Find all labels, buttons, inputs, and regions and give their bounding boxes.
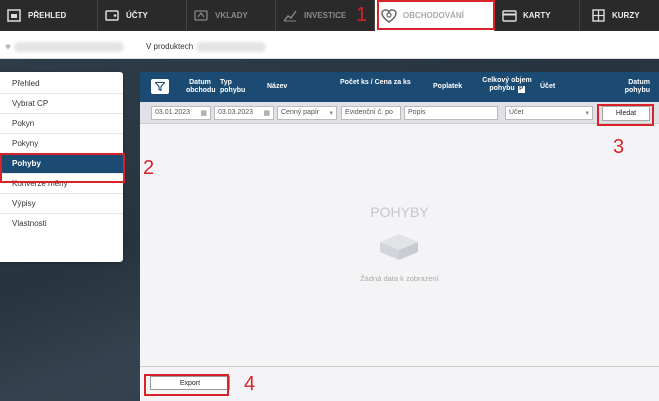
- evidence-number-input[interactable]: Evidenční č. po: [341, 106, 401, 120]
- nav-prehled-label: PŘEHLED: [28, 11, 67, 20]
- filter-toggle-button[interactable]: [151, 79, 169, 94]
- column-header-datum-obchodu[interactable]: Datum obchodu: [186, 79, 216, 95]
- nav-vklady-label: VKLADY: [215, 11, 248, 20]
- account-select-value: Účet: [509, 109, 524, 116]
- sidebar-item-pokyny[interactable]: Pokyny: [0, 134, 123, 154]
- chart-icon: [282, 9, 298, 23]
- nav-ucty-label: ÚČTY: [126, 11, 148, 20]
- annotation-number-1: 1: [356, 4, 368, 26]
- wallet-icon: [104, 9, 120, 23]
- date-to-value: 03.03.2023: [218, 109, 254, 116]
- column-header-ucet[interactable]: Účet: [540, 83, 555, 91]
- account-select[interactable]: Účet ▾: [505, 106, 593, 120]
- security-select-value: Cenný papír: [281, 109, 320, 116]
- evidence-number-placeholder: Evidenční č. po: [345, 109, 393, 116]
- home-icon: [6, 9, 22, 23]
- date-from-value: 03.01.2023: [155, 109, 191, 116]
- annotation-box-2: [0, 153, 125, 183]
- annotation-number-4: 4: [244, 373, 256, 395]
- calendar-icon[interactable]: ▦: [200, 108, 207, 120]
- annotation-number-3: 3: [613, 136, 625, 158]
- deposit-icon: [193, 9, 209, 23]
- nav-vklady[interactable]: VKLADY: [187, 0, 275, 31]
- column-header-datum-pohybu[interactable]: Datum pohybu: [616, 79, 650, 95]
- calendar-icon[interactable]: ▦: [263, 108, 270, 120]
- sidebar-item-vybrat-cp[interactable]: Vybrat CP: [0, 94, 123, 114]
- annotation-number-2: 2: [143, 157, 155, 179]
- filter-icon: [155, 82, 165, 91]
- table-header: Datum obchodu Typ pohybu Název Počet ks …: [140, 72, 659, 102]
- product-label: V produktech: [146, 42, 194, 51]
- sidebar-item-vlastnosti[interactable]: Vlastnosti: [0, 214, 123, 234]
- sidebar-item-vypisy[interactable]: Výpisy: [0, 194, 123, 214]
- empty-state-title: POHYBY: [370, 204, 429, 220]
- empty-state-message: Žádná data k zobrazení: [360, 274, 439, 283]
- date-to-input[interactable]: 03.03.2023 ▦: [214, 106, 274, 120]
- annotation-box-4: [144, 374, 229, 396]
- card-icon: [501, 9, 517, 23]
- column-header-celkovy-objem[interactable]: Celkový objem pohybu P: [478, 77, 536, 93]
- blurred-product: [196, 42, 266, 52]
- nav-investice-label: INVESTICE: [304, 11, 347, 20]
- description-placeholder: Popis: [408, 109, 426, 116]
- annotation-box-3: [597, 104, 654, 126]
- security-select[interactable]: Cenný papír ▾: [277, 106, 337, 120]
- filter-row: 03.01.2023 ▦ 03.03.2023 ▦ Cenný papír ▾ …: [140, 102, 659, 124]
- product-bar: V produktech: [0, 31, 659, 59]
- chevron-down-icon: ▾: [585, 110, 589, 117]
- nav-kurzy[interactable]: KURZY: [580, 0, 658, 31]
- column-header-poplatek[interactable]: Poplatek: [433, 83, 462, 91]
- chevron-down-icon: ▾: [329, 110, 333, 117]
- top-navigation: PŘEHLED ÚČTY VKLADY INVESTICE OBCHODOVÁN…: [0, 0, 659, 31]
- description-input[interactable]: Popis: [404, 106, 498, 120]
- sidebar-item-prehled[interactable]: Přehled: [0, 74, 123, 94]
- nav-ucty[interactable]: ÚČTY: [98, 0, 186, 31]
- blurred-account: [14, 42, 124, 52]
- sidebar-item-pokyn[interactable]: Pokyn: [0, 114, 123, 134]
- empty-box-icon: [376, 230, 422, 266]
- currency-badge-icon: P: [517, 86, 525, 93]
- nav-prehled[interactable]: PŘEHLED: [0, 0, 97, 31]
- nav-karty-label: KARTY: [523, 11, 551, 20]
- column-header-pocet-cena[interactable]: Počet ks / Cena za ks: [340, 79, 412, 87]
- column-header-typ-pohybu[interactable]: Typ pohybu: [220, 79, 246, 95]
- column-header-nazev[interactable]: Název: [267, 83, 287, 91]
- date-from-input[interactable]: 03.01.2023 ▦: [151, 106, 211, 120]
- grid-icon: [590, 9, 606, 23]
- movements-panel: Datum obchodu Typ pohybu Název Počet ks …: [140, 72, 659, 401]
- diamond-icon: [4, 43, 12, 52]
- annotation-box-1: [377, 0, 495, 30]
- nav-kurzy-label: KURZY: [612, 11, 640, 20]
- nav-karty[interactable]: KARTY: [495, 0, 579, 31]
